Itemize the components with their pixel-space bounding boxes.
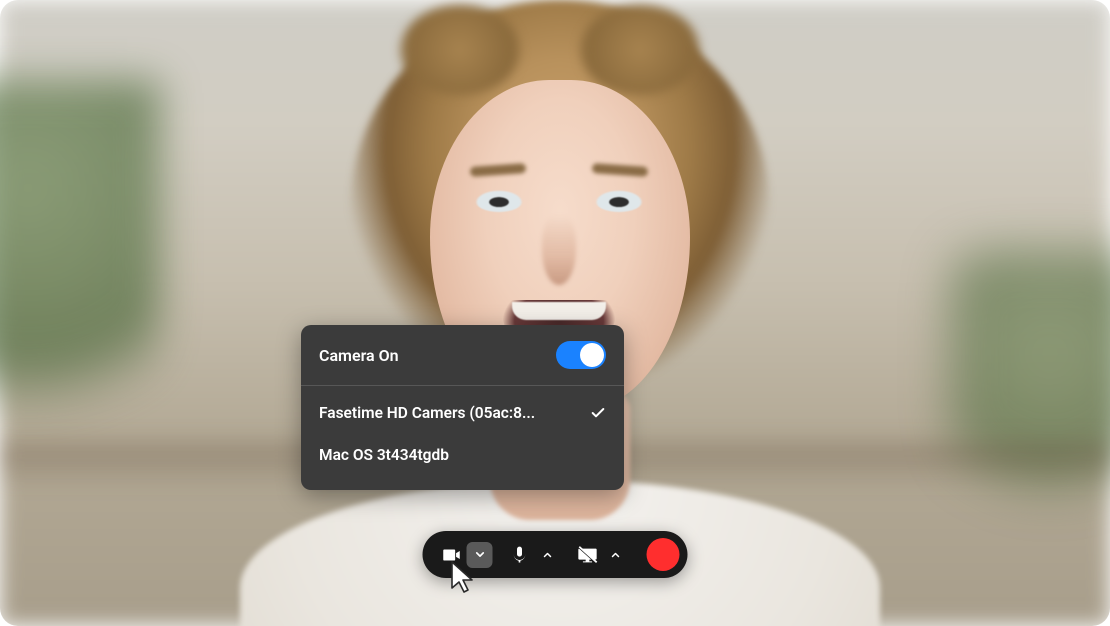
camera-button[interactable] [437, 540, 467, 570]
screen-share-off-icon [577, 544, 599, 566]
screen-control-group [573, 540, 637, 570]
camera-icon [441, 544, 463, 566]
camera-device-label: Mac OS 3t434tgdb [319, 446, 449, 464]
recording-toolbar [423, 531, 688, 578]
chevron-up-icon [542, 549, 554, 561]
camera-options-caret[interactable] [467, 542, 493, 568]
camera-control-group [437, 540, 501, 570]
camera-toggle-row: Camera On [301, 325, 624, 385]
camera-device-list: Fasetime HD Camers (05ac:8... Mac OS 3t4… [301, 386, 624, 490]
record-button[interactable] [647, 538, 680, 571]
mic-options-caret[interactable] [535, 542, 561, 568]
screen-share-button[interactable] [573, 540, 603, 570]
background-plant [0, 80, 160, 440]
camera-settings-popover: Camera On Fasetime HD Camers (05ac:8... … [301, 325, 624, 490]
screen-options-caret[interactable] [603, 542, 629, 568]
mic-button[interactable] [505, 540, 535, 570]
camera-toggle[interactable] [556, 341, 606, 369]
check-icon [590, 405, 606, 421]
camera-device-option[interactable]: Mac OS 3t434tgdb [301, 434, 624, 476]
chevron-up-icon [610, 549, 622, 561]
mic-icon [510, 545, 530, 565]
chevron-down-icon [473, 548, 486, 561]
mic-control-group [505, 540, 569, 570]
camera-device-label: Fasetime HD Camers (05ac:8... [319, 404, 535, 422]
video-preview-window: Camera On Fasetime HD Camers (05ac:8... … [0, 0, 1110, 626]
camera-device-option[interactable]: Fasetime HD Camers (05ac:8... [301, 392, 624, 434]
camera-toggle-label: Camera On [319, 346, 399, 365]
toggle-knob [580, 343, 604, 367]
